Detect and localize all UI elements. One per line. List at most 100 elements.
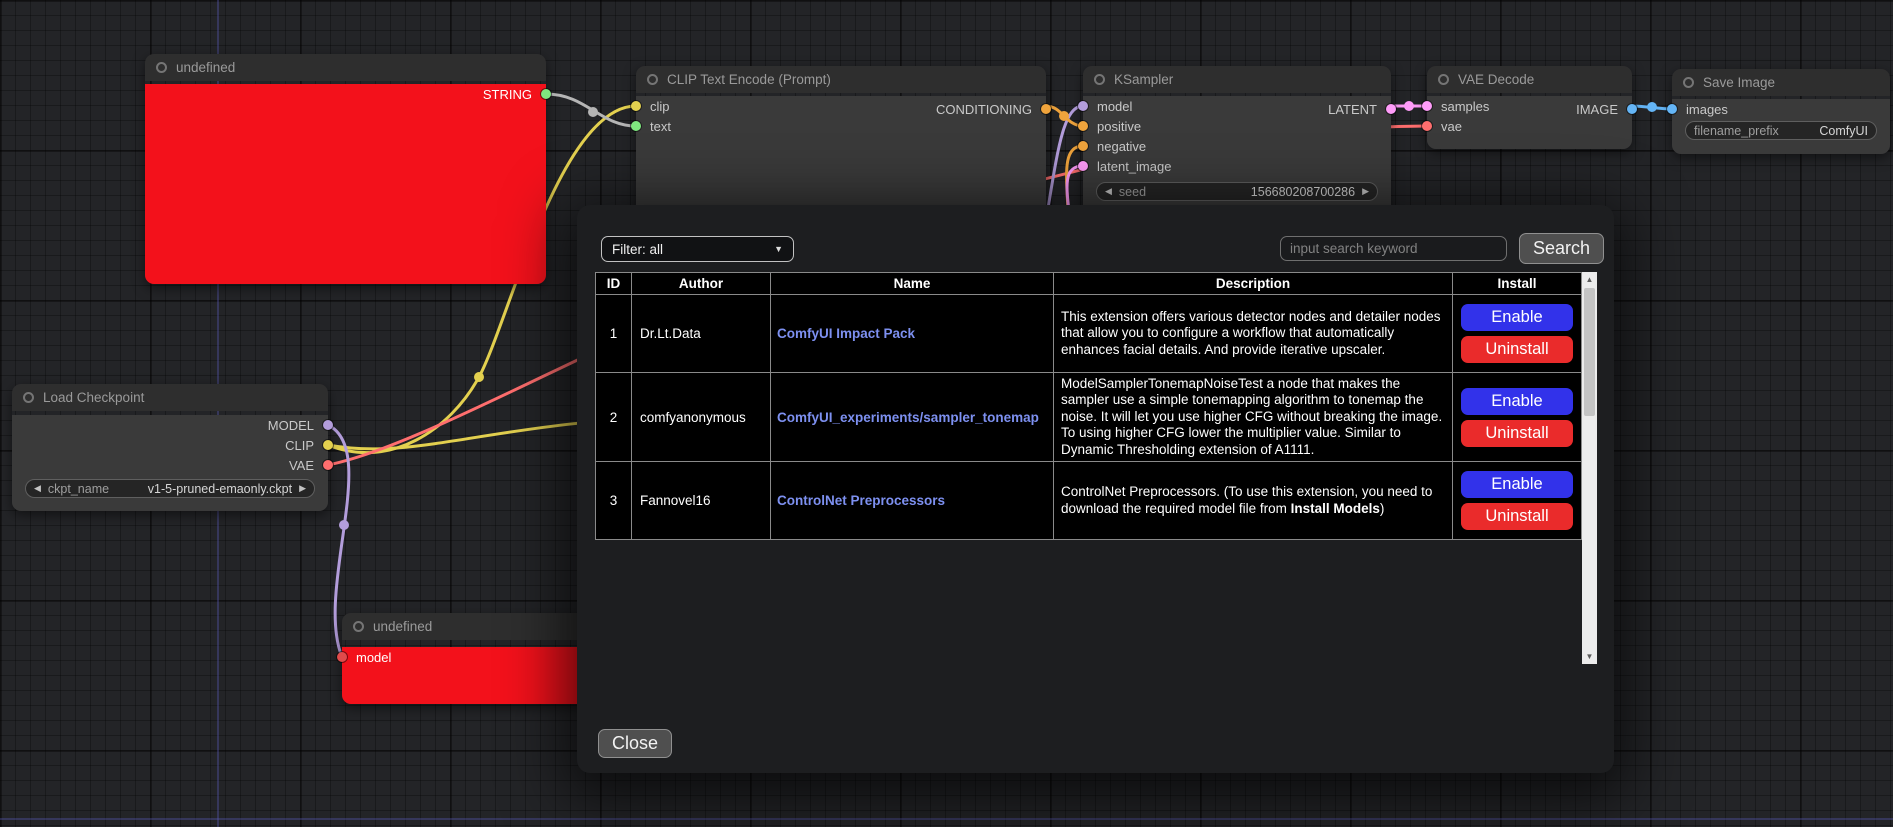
cell-author: Dr.Lt.Data [632, 295, 771, 373]
input-socket-model[interactable] [1078, 101, 1088, 111]
node-save-image[interactable]: Save Image images filename_prefix ComfyU… [1672, 69, 1890, 154]
description-text: This extension offers various detector n… [1061, 309, 1440, 357]
scrollbar-down-icon[interactable]: ▼ [1582, 649, 1597, 664]
extension-link[interactable]: ComfyUI Impact Pack [777, 326, 915, 341]
slot-label: latent_image [1097, 159, 1171, 174]
cell-description: This extension offers various detector n… [1054, 295, 1453, 373]
wire-dot[interactable] [1404, 101, 1414, 111]
input-socket-negative[interactable] [1078, 141, 1088, 151]
cell-description: ModelSamplerTonemapNoiseTest a node that… [1054, 373, 1453, 462]
widget-label: seed [1119, 185, 1146, 199]
decrement-icon[interactable]: ◀ [34, 484, 41, 493]
cell-install: Enable Uninstall [1453, 462, 1582, 540]
input-socket-images[interactable] [1667, 104, 1677, 114]
input-socket-model[interactable] [337, 652, 347, 662]
collapse-dot-icon[interactable] [23, 392, 34, 403]
collapse-dot-icon[interactable] [353, 621, 364, 632]
filter-select[interactable]: Filter: all ▼ [601, 236, 794, 262]
node-header[interactable]: VAE Decode [1427, 66, 1632, 93]
node-body[interactable]: images filename_prefix ComfyUI [1672, 99, 1890, 154]
description-text: ModelSamplerTonemapNoiseTest a node that… [1061, 376, 1442, 457]
node-load-checkpoint[interactable]: Load Checkpoint MODEL CLIP VAE ◀ ckpt_na… [12, 384, 328, 511]
ckpt-name-widget[interactable]: ◀ ckpt_name v1-5-pruned-emaonly.ckpt ▶ [25, 479, 315, 498]
description-bold: Install Models [1291, 501, 1380, 516]
slot-label: model [1097, 99, 1132, 114]
uninstall-button[interactable]: Uninstall [1461, 420, 1573, 447]
wire-dot[interactable] [474, 372, 484, 382]
header-name: Name [771, 273, 1054, 295]
wire-dot[interactable] [588, 107, 598, 117]
input-slot-samples: samples [1427, 96, 1632, 116]
wire-dot[interactable] [1059, 111, 1069, 121]
collapse-dot-icon[interactable] [1683, 77, 1694, 88]
increment-icon[interactable]: ▶ [299, 484, 306, 493]
scrollbar-thumb[interactable] [1584, 288, 1595, 416]
collapse-dot-icon[interactable] [156, 62, 167, 73]
node-header[interactable]: Load Checkpoint [12, 384, 328, 411]
collapse-dot-icon[interactable] [1438, 74, 1449, 85]
node-header[interactable]: KSampler [1083, 66, 1391, 93]
filename-prefix-widget[interactable]: filename_prefix ComfyUI [1685, 121, 1877, 140]
slot-label: vae [1441, 119, 1462, 134]
slot-label: negative [1097, 139, 1146, 154]
slot-label: clip [650, 99, 670, 114]
seed-widget[interactable]: ◀ seed 156680208700286 ▶ [1096, 182, 1378, 201]
input-socket-samples[interactable] [1422, 101, 1432, 111]
chevron-down-icon: ▼ [774, 244, 783, 254]
input-socket-positive[interactable] [1078, 121, 1088, 131]
search-input[interactable] [1280, 236, 1507, 261]
decrement-icon[interactable]: ◀ [1105, 187, 1112, 196]
output-socket-clip[interactable] [323, 440, 333, 450]
output-socket-string[interactable] [541, 89, 551, 99]
extension-link[interactable]: ControlNet Preprocessors [777, 493, 945, 508]
node-body[interactable]: IMAGE samples vae [1427, 96, 1632, 149]
wire-dot[interactable] [339, 520, 349, 530]
search-button[interactable]: Search [1519, 233, 1604, 264]
extension-link[interactable]: ComfyUI_experiments/sampler_tonemap [777, 410, 1039, 425]
widget-value: v1-5-pruned-emaonly.ckpt [148, 482, 292, 496]
node-title: VAE Decode [1458, 72, 1534, 87]
input-slot-negative: negative [1083, 136, 1391, 156]
enable-button[interactable]: Enable [1461, 471, 1573, 498]
wire-dot[interactable] [1647, 102, 1657, 112]
cell-id: 1 [596, 295, 632, 373]
scrollbar-up-icon[interactable]: ▲ [1582, 272, 1597, 287]
node-header[interactable]: undefined [145, 54, 546, 81]
slot-label: VAE [289, 458, 314, 473]
slot-label: CLIP [285, 438, 314, 453]
slot-label: positive [1097, 119, 1141, 134]
close-button[interactable]: Close [598, 729, 672, 758]
output-slot-string: STRING [145, 84, 546, 104]
widget-value: 156680208700286 [1251, 185, 1355, 199]
header-id: ID [596, 273, 632, 295]
input-slot-text: text [636, 116, 1046, 136]
input-socket-clip[interactable] [631, 101, 641, 111]
increment-icon[interactable]: ▶ [1362, 187, 1369, 196]
collapse-dot-icon[interactable] [647, 74, 658, 85]
output-slot-clip: CLIP [12, 435, 328, 455]
input-slot-clip: clip [636, 96, 1046, 116]
node-body[interactable]: STRING [145, 84, 546, 284]
input-socket-text[interactable] [631, 121, 641, 131]
node-vae-decode[interactable]: VAE Decode IMAGE samples vae [1427, 66, 1632, 149]
uninstall-button[interactable]: Uninstall [1461, 503, 1573, 530]
node-header[interactable]: CLIP Text Encode (Prompt) [636, 66, 1046, 93]
input-socket-vae[interactable] [1422, 121, 1432, 131]
output-socket-model[interactable] [323, 420, 333, 430]
uninstall-button[interactable]: Uninstall [1461, 336, 1573, 363]
filter-select-value: Filter: all [612, 242, 663, 257]
input-socket-latent-image[interactable] [1078, 161, 1088, 171]
collapse-dot-icon[interactable] [1094, 74, 1105, 85]
table-row: 2 comfyanonymous ComfyUI_experiments/sam… [596, 373, 1582, 462]
node-header[interactable]: Save Image [1672, 69, 1890, 96]
node-undefined-top[interactable]: undefined STRING [145, 54, 546, 284]
header-description: Description [1054, 273, 1453, 295]
scrollbar[interactable]: ▲ ▼ [1582, 272, 1597, 664]
output-socket-vae[interactable] [323, 460, 333, 470]
node-body[interactable]: MODEL CLIP VAE ◀ ckpt_name v1-5-pruned-e… [12, 415, 328, 511]
enable-button[interactable]: Enable [1461, 388, 1573, 415]
node-title: KSampler [1114, 72, 1173, 87]
table-header-row: ID Author Name Description Install [596, 273, 1582, 295]
enable-button[interactable]: Enable [1461, 304, 1573, 331]
cell-id: 3 [596, 462, 632, 540]
